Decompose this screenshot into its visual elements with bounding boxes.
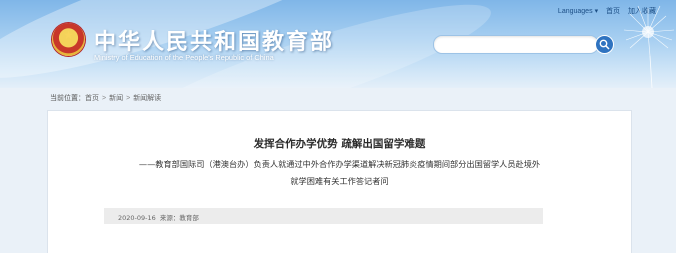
breadcrumb-separator: > (126, 95, 131, 102)
breadcrumb-separator: > (102, 95, 107, 102)
chevron-down-icon: ▾ (594, 8, 599, 15)
breadcrumb-bar: 当前位置：首页 > 新闻 > 新闻解读 (0, 88, 676, 108)
breadcrumb-prefix: 当前位置： (50, 95, 85, 102)
article-meta: 2020-09-16 来源：教育部 (118, 212, 201, 222)
article-subtitle-line1: ——教育部国际司（港澳台办）负责人就通过中外合作办学渠道解决新冠肺炎疫情期间部分… (138, 159, 541, 169)
search-input[interactable] (433, 35, 599, 54)
site-title[interactable]: 中华人民共和国教育部 (94, 24, 334, 56)
article-date: 2020-09-16 (118, 214, 156, 222)
source-label: 来源： (159, 214, 180, 222)
article-source: 教育部 (179, 214, 199, 222)
breadcrumb: 当前位置：首页 > 新闻 > 新闻解读 (50, 93, 161, 103)
article-title: 发挥合作办学优势 疏解出国留学难题 (253, 138, 426, 150)
site-subtitle: Ministry of Education of the People's Re… (94, 53, 274, 62)
breadcrumb-item-home[interactable]: 首页 (85, 95, 99, 102)
languages-link[interactable]: Languages ▾ (558, 8, 598, 15)
article-subtitle-line2: 就学困难有关工作答记者问 (290, 176, 389, 186)
dandelion-decoration-icon (623, 5, 675, 88)
article-meta-bar: 2020-09-16 来源：教育部 (104, 208, 543, 224)
site-header: ★ 中华人民共和国教育部 Ministry of Education of th… (0, 0, 676, 88)
breadcrumb-item-news[interactable]: 新闻 (109, 95, 123, 102)
breadcrumb-item-news-interpretation[interactable]: 新闻解读 (133, 95, 161, 102)
article-panel: 发挥合作办学优势 疏解出国留学难题 ——教育部国际司（港澳台办）负责人就通过中外… (47, 110, 632, 253)
national-emblem-icon[interactable]: ★ (52, 23, 85, 56)
